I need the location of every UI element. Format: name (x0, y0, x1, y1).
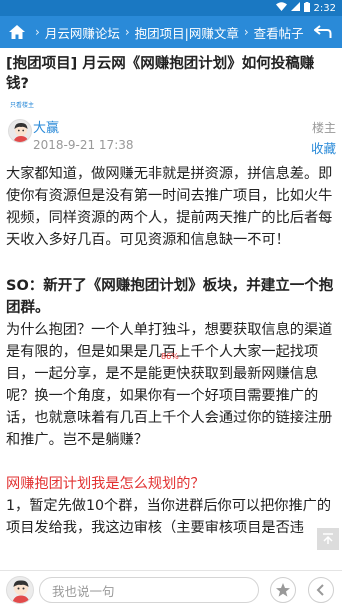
section-heading: SO：新开了《网赚抱团计划》板块，并建立一个抱团群。 (6, 278, 334, 316)
status-time: 2:32 (313, 2, 336, 14)
paragraph: 1，暂定先做10个群，当你进群后你可以把你推广的项目发给我，我这边审核（主要审核… (6, 498, 332, 536)
signal-icon (290, 2, 300, 14)
arrow-up-icon (323, 533, 333, 544)
favorite-link[interactable]: 收藏 (311, 138, 336, 157)
bottom-bar: 我也说一句 (0, 570, 342, 608)
post-time: 2018-9-21 17:38 (33, 138, 134, 152)
paragraph: 为什么抱团？一个人单打独斗，想要获取信息的渠道是有限的，但是如果是几百上千个人大… (6, 322, 333, 448)
breadcrumb-current: 查看帖子 (253, 25, 304, 41)
read-only-author-link[interactable]: 只看楼主 (0, 100, 342, 109)
home-button[interactable] (4, 16, 30, 48)
favorite-button[interactable] (270, 577, 296, 603)
post-content[interactable]: [抱团项目] 月云网《网赚抱团计划》如何投稿赚钱? 只看楼主 大赢 2018-9… (0, 48, 342, 570)
author-name[interactable]: 大赢 (33, 117, 59, 136)
zoom-indicator: 86% (161, 352, 179, 361)
share-arrow-icon (316, 584, 324, 596)
back-arrow-icon (314, 25, 332, 38)
post-title: [抱团项目] 月云网《网赚抱团计划》如何投稿赚钱? (6, 56, 315, 92)
breadcrumb-category[interactable]: 抱团项目|网赚文章 (135, 23, 239, 42)
breadcrumb-forum[interactable]: 月云网赚论坛 (45, 23, 120, 42)
reply-input[interactable]: 我也说一句 (39, 577, 259, 603)
breadcrumb-separator: › (243, 25, 249, 39)
author-row: 大赢 2018-9-21 17:38 楼主 收藏 (0, 115, 342, 163)
user-avatar[interactable] (6, 576, 34, 604)
status-bar: 2:32 (0, 0, 342, 16)
reply-placeholder: 我也说一句 (52, 583, 115, 599)
floor-label: 楼主 (311, 121, 336, 135)
breadcrumb-separator: › (35, 25, 40, 39)
paragraph: 大家都知道，做网赚无非就是拼资源，拼信息差。即使你有资源但是没有第一时间去推广项… (6, 166, 333, 248)
nav-bar: › 月云网赚论坛 › 抱团项目|网赚文章 › 查看帖子 (0, 16, 342, 48)
star-icon (276, 583, 290, 597)
battery-icon (303, 1, 310, 15)
red-heading: 网赚抱团计划我是怎么规划的？ (6, 476, 205, 492)
share-button[interactable] (308, 577, 334, 603)
scroll-to-top-button[interactable] (317, 528, 339, 550)
breadcrumb-separator: › (124, 25, 130, 39)
wifi-icon (275, 2, 287, 14)
home-icon (9, 25, 25, 39)
back-button[interactable] (312, 22, 334, 42)
post-body: 大家都知道，做网赚无非就是拼资源，拼信息差。即使你有资源但是没有第一时间去推广项… (0, 163, 342, 539)
author-avatar[interactable] (8, 119, 32, 143)
